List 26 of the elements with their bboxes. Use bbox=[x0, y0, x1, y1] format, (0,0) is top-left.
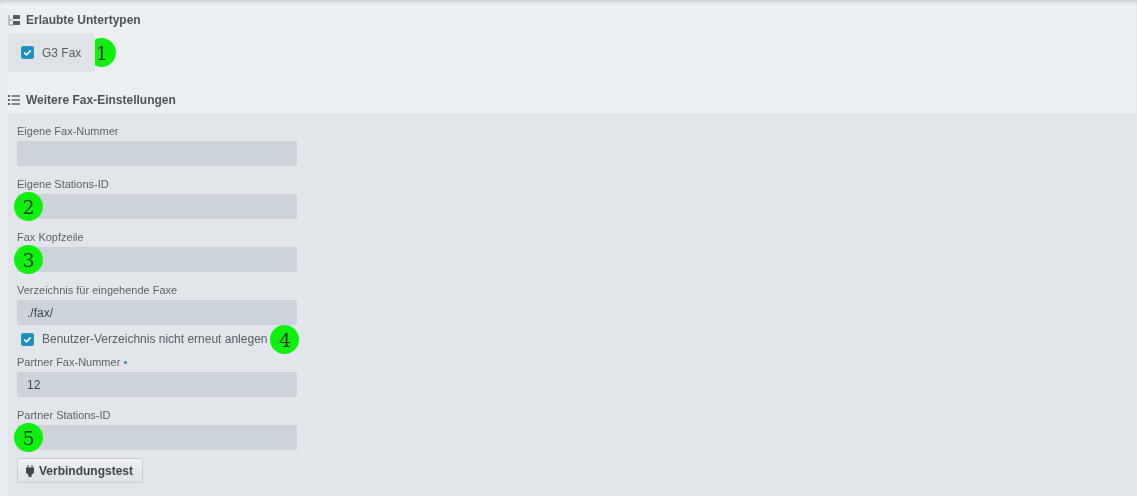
annotation-marker: 2 bbox=[14, 192, 43, 221]
checkbox[interactable] bbox=[21, 332, 34, 346]
field-label: Verzeichnis für eingehende Faxe bbox=[17, 284, 178, 296]
checkbox-label: Benutzer-Verzeichnis nicht erneut anlegen bbox=[42, 332, 268, 346]
section-heading: Weitere Fax-Einstellungen bbox=[26, 93, 176, 107]
connection-test-button[interactable]: Verbindungstest bbox=[17, 458, 143, 483]
plug-icon bbox=[26, 464, 34, 477]
tree-icon bbox=[8, 14, 20, 26]
input-field[interactable]: ./fax/ bbox=[17, 300, 297, 325]
field-label: Fax Kopfzeile bbox=[17, 231, 84, 243]
annotation-marker: 5 bbox=[14, 423, 43, 452]
checkbox[interactable] bbox=[21, 46, 34, 59]
input-field[interactable] bbox=[17, 247, 297, 272]
section-heading: Erlaubte Untertypen bbox=[26, 13, 141, 27]
option-card[interactable]: G3 Fax bbox=[8, 33, 96, 72]
input-field[interactable] bbox=[17, 194, 297, 219]
field-label: Eigene Stations-ID bbox=[17, 178, 109, 190]
field-label: Eigene Fax-Nummer bbox=[17, 125, 119, 137]
annotation-marker: 3 bbox=[14, 245, 43, 274]
field-label: Partner Stations-ID bbox=[17, 409, 111, 421]
annotation-marker: 4 bbox=[270, 325, 300, 354]
checkbox-label: G3 Fax bbox=[42, 45, 82, 60]
list-icon bbox=[8, 95, 20, 105]
field-label: Partner Fax-Nummer bbox=[17, 356, 121, 368]
input-field[interactable]: 12 bbox=[17, 372, 297, 397]
input-field[interactable] bbox=[17, 425, 297, 450]
